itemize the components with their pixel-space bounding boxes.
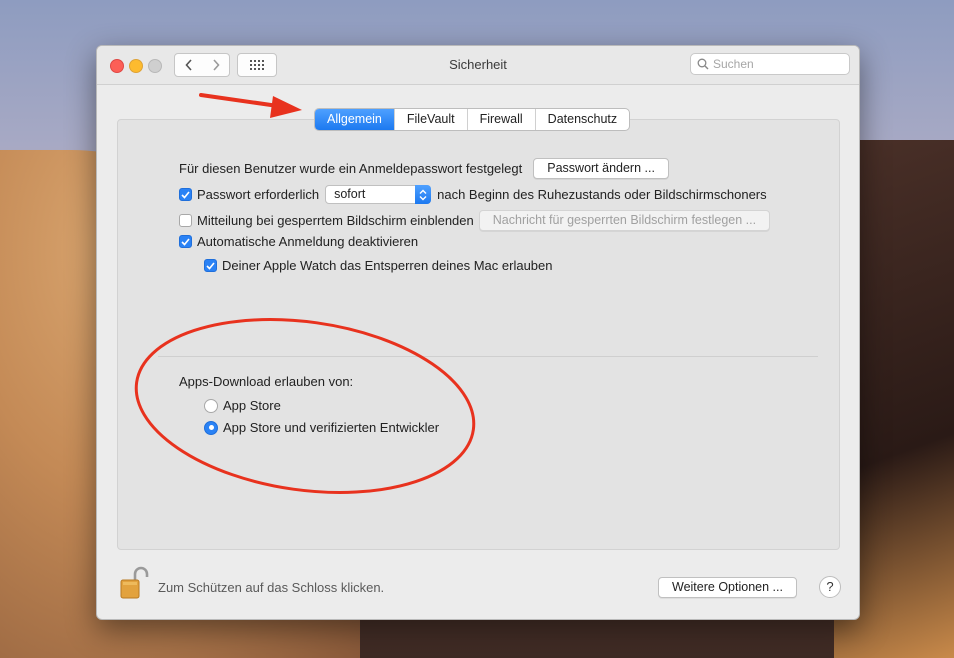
tab-firewall[interactable]: Firewall <box>466 109 535 130</box>
general-panel: Für diesen Benutzer wurde ein Anmeldepas… <box>117 119 840 550</box>
apps-download-heading: Apps-Download erlauben von: <box>179 374 354 389</box>
disable-auto-login-label: Automatische Anmeldung deaktivieren <box>197 234 419 249</box>
search-placeholder: Suchen <box>713 57 754 71</box>
require-password-suffix: nach Beginn des Ruhezustands oder Bildsc… <box>437 187 767 202</box>
search-input[interactable]: Suchen <box>690 53 850 75</box>
require-password-checkbox[interactable] <box>179 188 192 201</box>
tab-filevault[interactable]: FileVault <box>393 109 467 130</box>
lock-message-checkbox[interactable] <box>179 214 192 227</box>
auto-login-row: Automatische Anmeldung deaktivieren <box>179 234 418 249</box>
require-password-label: Passwort erforderlich <box>197 187 320 202</box>
tab-allgemein[interactable]: Allgemein <box>315 109 394 130</box>
checkmark-icon <box>181 237 190 246</box>
change-password-button[interactable]: Passwort ändern ... <box>533 158 669 179</box>
set-lock-message-button[interactable]: Nachricht für gesperrten Bildschirm fest… <box>478 210 771 231</box>
titlebar: Sicherheit Suchen <box>97 46 859 85</box>
identified-developers-label: App Store und verifizierten Entwickler <box>223 420 440 435</box>
select-arrows-icon <box>415 185 432 204</box>
divider <box>158 356 818 357</box>
app-store-label: App Store <box>223 398 281 413</box>
apple-watch-row: Deiner Apple Watch das Entsperren deines… <box>204 258 552 273</box>
checkmark-icon <box>181 190 190 199</box>
lock-hint-text: Zum Schützen auf das Schloss klicken. <box>158 580 385 595</box>
lock-message-row: Mitteilung bei gesperrtem Bildschirm ein… <box>179 210 771 231</box>
apple-watch-label: Deiner Apple Watch das Entsperren deines… <box>222 258 553 273</box>
radio-row-app-store: App Store <box>204 398 281 413</box>
search-icon <box>697 58 709 70</box>
app-store-radio[interactable] <box>204 398 218 413</box>
identified-developers-radio[interactable] <box>204 420 218 435</box>
tab-datenschutz[interactable]: Datenschutz <box>534 109 629 130</box>
require-password-select-value: sofort <box>334 187 366 201</box>
lock-icon[interactable] <box>118 565 150 601</box>
more-options-button[interactable]: Weitere Optionen ... <box>658 577 797 598</box>
require-password-row: Passwort erforderlich sofort nach Beginn… <box>179 185 767 204</box>
disable-auto-login-checkbox[interactable] <box>179 235 192 248</box>
help-button[interactable]: ? <box>819 576 841 598</box>
password-set-text: Für diesen Benutzer wurde ein Anmeldepas… <box>179 161 523 176</box>
radio-row-identified-developers: App Store und verifizierten Entwickler <box>204 420 439 435</box>
apple-watch-checkbox[interactable] <box>204 259 217 272</box>
require-password-select[interactable]: sofort <box>325 185 432 204</box>
checkmark-icon <box>206 261 215 270</box>
lock-message-label: Mitteilung bei gesperrtem Bildschirm ein… <box>197 213 474 228</box>
password-row: Für diesen Benutzer wurde ein Anmeldepas… <box>179 158 669 179</box>
preferences-window: Sicherheit Suchen Allgemein FileVault Fi… <box>96 45 860 620</box>
tab-bar: Allgemein FileVault Firewall Datenschutz <box>314 108 631 131</box>
